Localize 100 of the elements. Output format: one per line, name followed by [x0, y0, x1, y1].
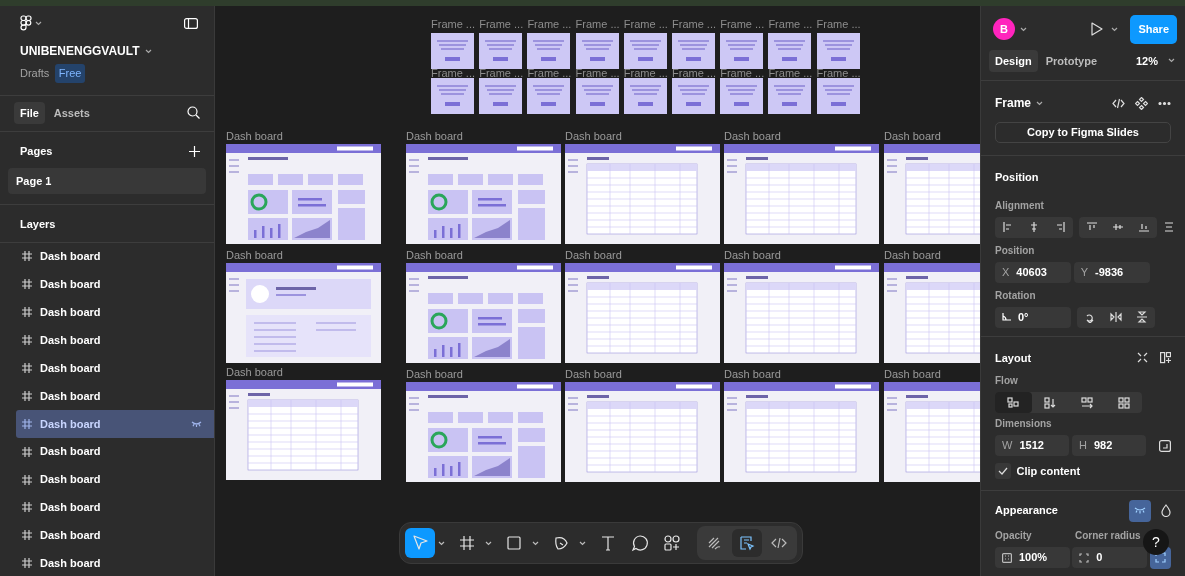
flow-button[interactable]: [995, 392, 1032, 413]
frame-label[interactable]: Frame ...: [479, 19, 524, 30]
frame-label[interactable]: Dash board: [724, 131, 781, 142]
file-name[interactable]: UNIBENENGGVAULT: [20, 42, 140, 60]
page-item[interactable]: Page 1: [8, 167, 206, 194]
field-value: 100%: [1019, 550, 1048, 566]
frame-label[interactable]: Frame ...: [575, 68, 620, 79]
inspector-tab[interactable]: Prototype: [1039, 49, 1104, 72]
resize-icon[interactable]: [1159, 439, 1171, 452]
layer-item[interactable]: Dash board: [16, 549, 214, 576]
add-layout-icon[interactable]: [1160, 351, 1171, 364]
frame-label[interactable]: Frame ...: [816, 68, 861, 79]
height-field[interactable]: H 982: [1072, 435, 1147, 456]
tool-button[interactable]: [405, 528, 435, 558]
frame-label[interactable]: Dash board: [565, 369, 622, 380]
width-field[interactable]: W 1512: [995, 435, 1070, 456]
frame-label[interactable]: Frame ...: [672, 68, 716, 79]
layer-item[interactable]: Dash board: [16, 493, 214, 522]
align-middle-icon: [1111, 221, 1124, 233]
frame-label[interactable]: Dash board: [406, 250, 463, 261]
layer-item[interactable]: Dash board: [16, 326, 214, 355]
x-field[interactable]: X 40603: [995, 261, 1071, 283]
layer-item[interactable]: Dash board: [16, 409, 214, 438]
inspector-tab[interactable]: Design: [989, 49, 1038, 72]
frame-label[interactable]: Dash board: [565, 131, 622, 142]
rotation-field[interactable]: 0°: [995, 306, 1071, 328]
chevron-icon[interactable]: [485, 540, 492, 546]
frame-label[interactable]: Frame ...: [720, 19, 765, 30]
layer-item[interactable]: Dash board: [16, 437, 214, 466]
user-avatar[interactable]: B: [993, 18, 1015, 41]
frame-label[interactable]: Dash board: [724, 369, 781, 380]
frame-label[interactable]: Frame ...: [431, 19, 475, 30]
chevron-icon[interactable]: [438, 540, 445, 546]
frame-thumbnail: [575, 78, 619, 114]
drop-icon[interactable]: [1161, 504, 1171, 517]
layer-item[interactable]: Dash board: [16, 354, 214, 382]
search-icon[interactable]: [187, 106, 200, 120]
chevron-icon[interactable]: [1020, 26, 1027, 32]
figma-logo-icon[interactable]: [20, 15, 32, 31]
frame-thumbnail: [527, 78, 571, 114]
frame-label[interactable]: Dash board: [565, 250, 622, 261]
y-field[interactable]: Y -9836: [1073, 261, 1150, 283]
panel-tab[interactable]: File: [14, 101, 45, 124]
frame-label[interactable]: Frame ...: [720, 68, 765, 79]
frame-label[interactable]: Frame ...: [623, 68, 668, 79]
frame-label[interactable]: Frame ...: [479, 68, 524, 79]
frame-label[interactable]: Dash board: [406, 369, 463, 380]
play-icon[interactable]: [1091, 22, 1104, 37]
frame-label[interactable]: Dash board: [884, 131, 941, 142]
visibility-button[interactable]: [1129, 499, 1151, 522]
selection-type[interactable]: Frame: [995, 94, 1032, 112]
checkbox[interactable]: [995, 463, 1011, 480]
panel-tab[interactable]: Assets: [47, 101, 96, 124]
chevron-icon[interactable]: [532, 540, 539, 546]
collapse-icon[interactable]: [1137, 352, 1148, 364]
help-button[interactable]: ?: [1143, 529, 1169, 555]
frame-label[interactable]: Dash board: [884, 250, 941, 261]
frame-label[interactable]: Frame ...: [672, 19, 716, 30]
chevron-icon[interactable]: [1111, 26, 1119, 32]
copy-button[interactable]: Copy to Figma Slides: [995, 122, 1171, 143]
layer-item[interactable]: Dash board: [16, 242, 214, 271]
corner-radius-field[interactable]: 0: [1072, 547, 1147, 568]
component-icon[interactable]: [1135, 96, 1148, 110]
frame-thumbnail: [816, 78, 860, 114]
checkbox-label[interactable]: Clip content: [1016, 463, 1081, 480]
frame-label[interactable]: Frame ...: [527, 68, 572, 79]
sidebar-toggle-icon[interactable]: [184, 17, 198, 29]
frame-label[interactable]: Dash board: [406, 131, 463, 142]
mode-button[interactable]: [732, 529, 762, 557]
frame-label[interactable]: Dash board: [226, 250, 283, 261]
frame-label[interactable]: Frame ...: [768, 68, 813, 79]
frame-label[interactable]: Frame ...: [768, 19, 813, 30]
frame-label[interactable]: Dash board: [226, 131, 283, 142]
add-icon[interactable]: [189, 145, 200, 157]
chevron-icon[interactable]: [1036, 100, 1044, 106]
frame-label[interactable]: Frame ...: [431, 68, 475, 79]
frame-label[interactable]: Frame ...: [527, 19, 572, 30]
chevron-icon[interactable]: [1168, 58, 1175, 64]
chevron-icon[interactable]: [145, 48, 153, 54]
layer-item[interactable]: Dash board: [16, 465, 214, 494]
layer-item[interactable]: Dash board: [16, 270, 214, 299]
layer-item[interactable]: Dash board: [16, 381, 214, 410]
zoom-level[interactable]: 12%: [1135, 52, 1158, 69]
hidden-eye-icon[interactable]: [191, 420, 202, 427]
chevron-icon[interactable]: [579, 540, 586, 546]
frame-label[interactable]: Dash board: [724, 250, 781, 261]
frame-label[interactable]: Frame ...: [575, 19, 620, 30]
frame-label[interactable]: Dash board: [884, 369, 941, 380]
frame-label[interactable]: Dash board: [226, 367, 283, 378]
opacity-field[interactable]: 100%: [995, 547, 1070, 568]
project-location[interactable]: Drafts: [20, 65, 50, 82]
layer-item[interactable]: Dash board: [16, 521, 214, 550]
frame-thumbnail: [479, 78, 523, 114]
chevron-icon[interactable]: [34, 20, 42, 26]
code-icon[interactable]: [1112, 96, 1125, 110]
frame-thumbnail: [479, 33, 523, 69]
flip-vertical-icon: [1135, 311, 1148, 323]
layer-item[interactable]: Dash board: [16, 298, 214, 327]
frame-label[interactable]: Frame ...: [816, 19, 861, 30]
frame-label[interactable]: Frame ...: [623, 19, 668, 30]
